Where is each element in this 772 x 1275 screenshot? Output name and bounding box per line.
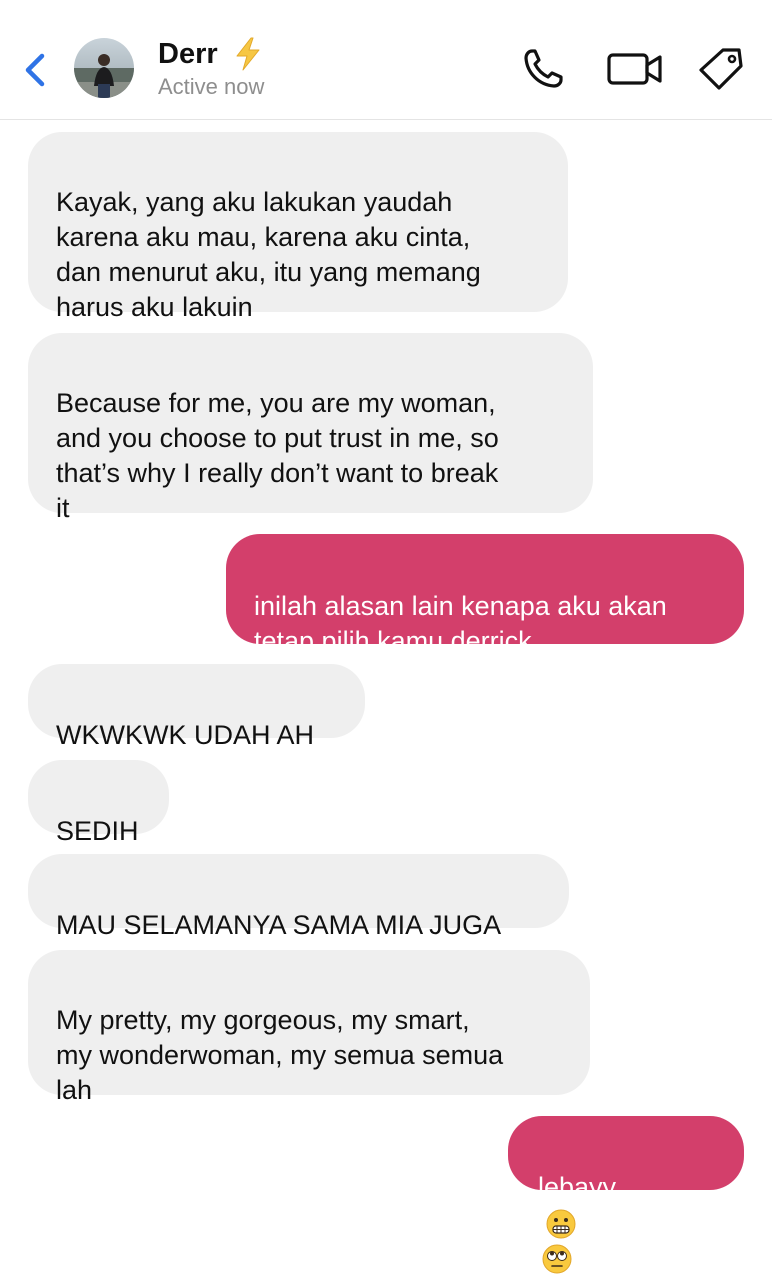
message-text: My pretty, my gorgeous, my smart, my won… <box>56 1005 504 1105</box>
contact-name[interactable]: Derr <box>158 36 218 72</box>
message-bubble-incoming[interactable]: Because for me, you are my woman, and yo… <box>28 333 593 523</box>
message-bubble-incoming[interactable]: WKWKWK UDAH AH <box>28 664 365 750</box>
avatar[interactable] <box>74 38 134 98</box>
chevron-left-icon[interactable] <box>18 50 52 90</box>
message-bubble-incoming[interactable]: MAU SELAMANYA SAMA MIA JUGA <box>28 854 569 940</box>
message-text: SEDIH <box>56 816 139 846</box>
message-bubble-outgoing[interactable]: inilah alasan lain kenapa aku akan tetap… <box>226 534 744 656</box>
message-bubble-incoming[interactable]: SEDIH <box>28 760 169 846</box>
tag-icon[interactable] <box>697 46 745 92</box>
message-text: lebayy <box>538 1172 617 1202</box>
active-status: Active now <box>158 74 265 99</box>
message-bubble-incoming[interactable]: My pretty, my gorgeous, my smart, my won… <box>28 950 590 1105</box>
message-text: Kayak, yang aku lakukan yaudah karena ak… <box>56 187 481 322</box>
message-text: Because for me, you are my woman, and yo… <box>56 388 499 523</box>
message-bubble-incoming[interactable]: Kayak, yang aku lakukan yaudah karena ak… <box>28 132 568 322</box>
high-voltage-emoji-icon <box>236 37 260 71</box>
message-text: inilah alasan lain kenapa aku akan tetap… <box>254 591 667 656</box>
chat-header: Derr Active now <box>0 0 772 120</box>
message-text: WKWKWK UDAH AH <box>56 720 315 750</box>
message-bubble-outgoing[interactable]: lebayy <box>508 1116 744 1274</box>
phone-icon[interactable] <box>520 46 568 92</box>
grimacing-face-emoji-icon <box>546 1209 576 1239</box>
message-list[interactable]: Kayak, yang aku lakukan yaudah karena ak… <box>0 120 772 1274</box>
face-with-rolling-eyes-emoji-icon <box>542 1244 572 1274</box>
video-camera-icon[interactable] <box>606 46 664 92</box>
message-text: MAU SELAMANYA SAMA MIA JUGA <box>56 910 502 940</box>
